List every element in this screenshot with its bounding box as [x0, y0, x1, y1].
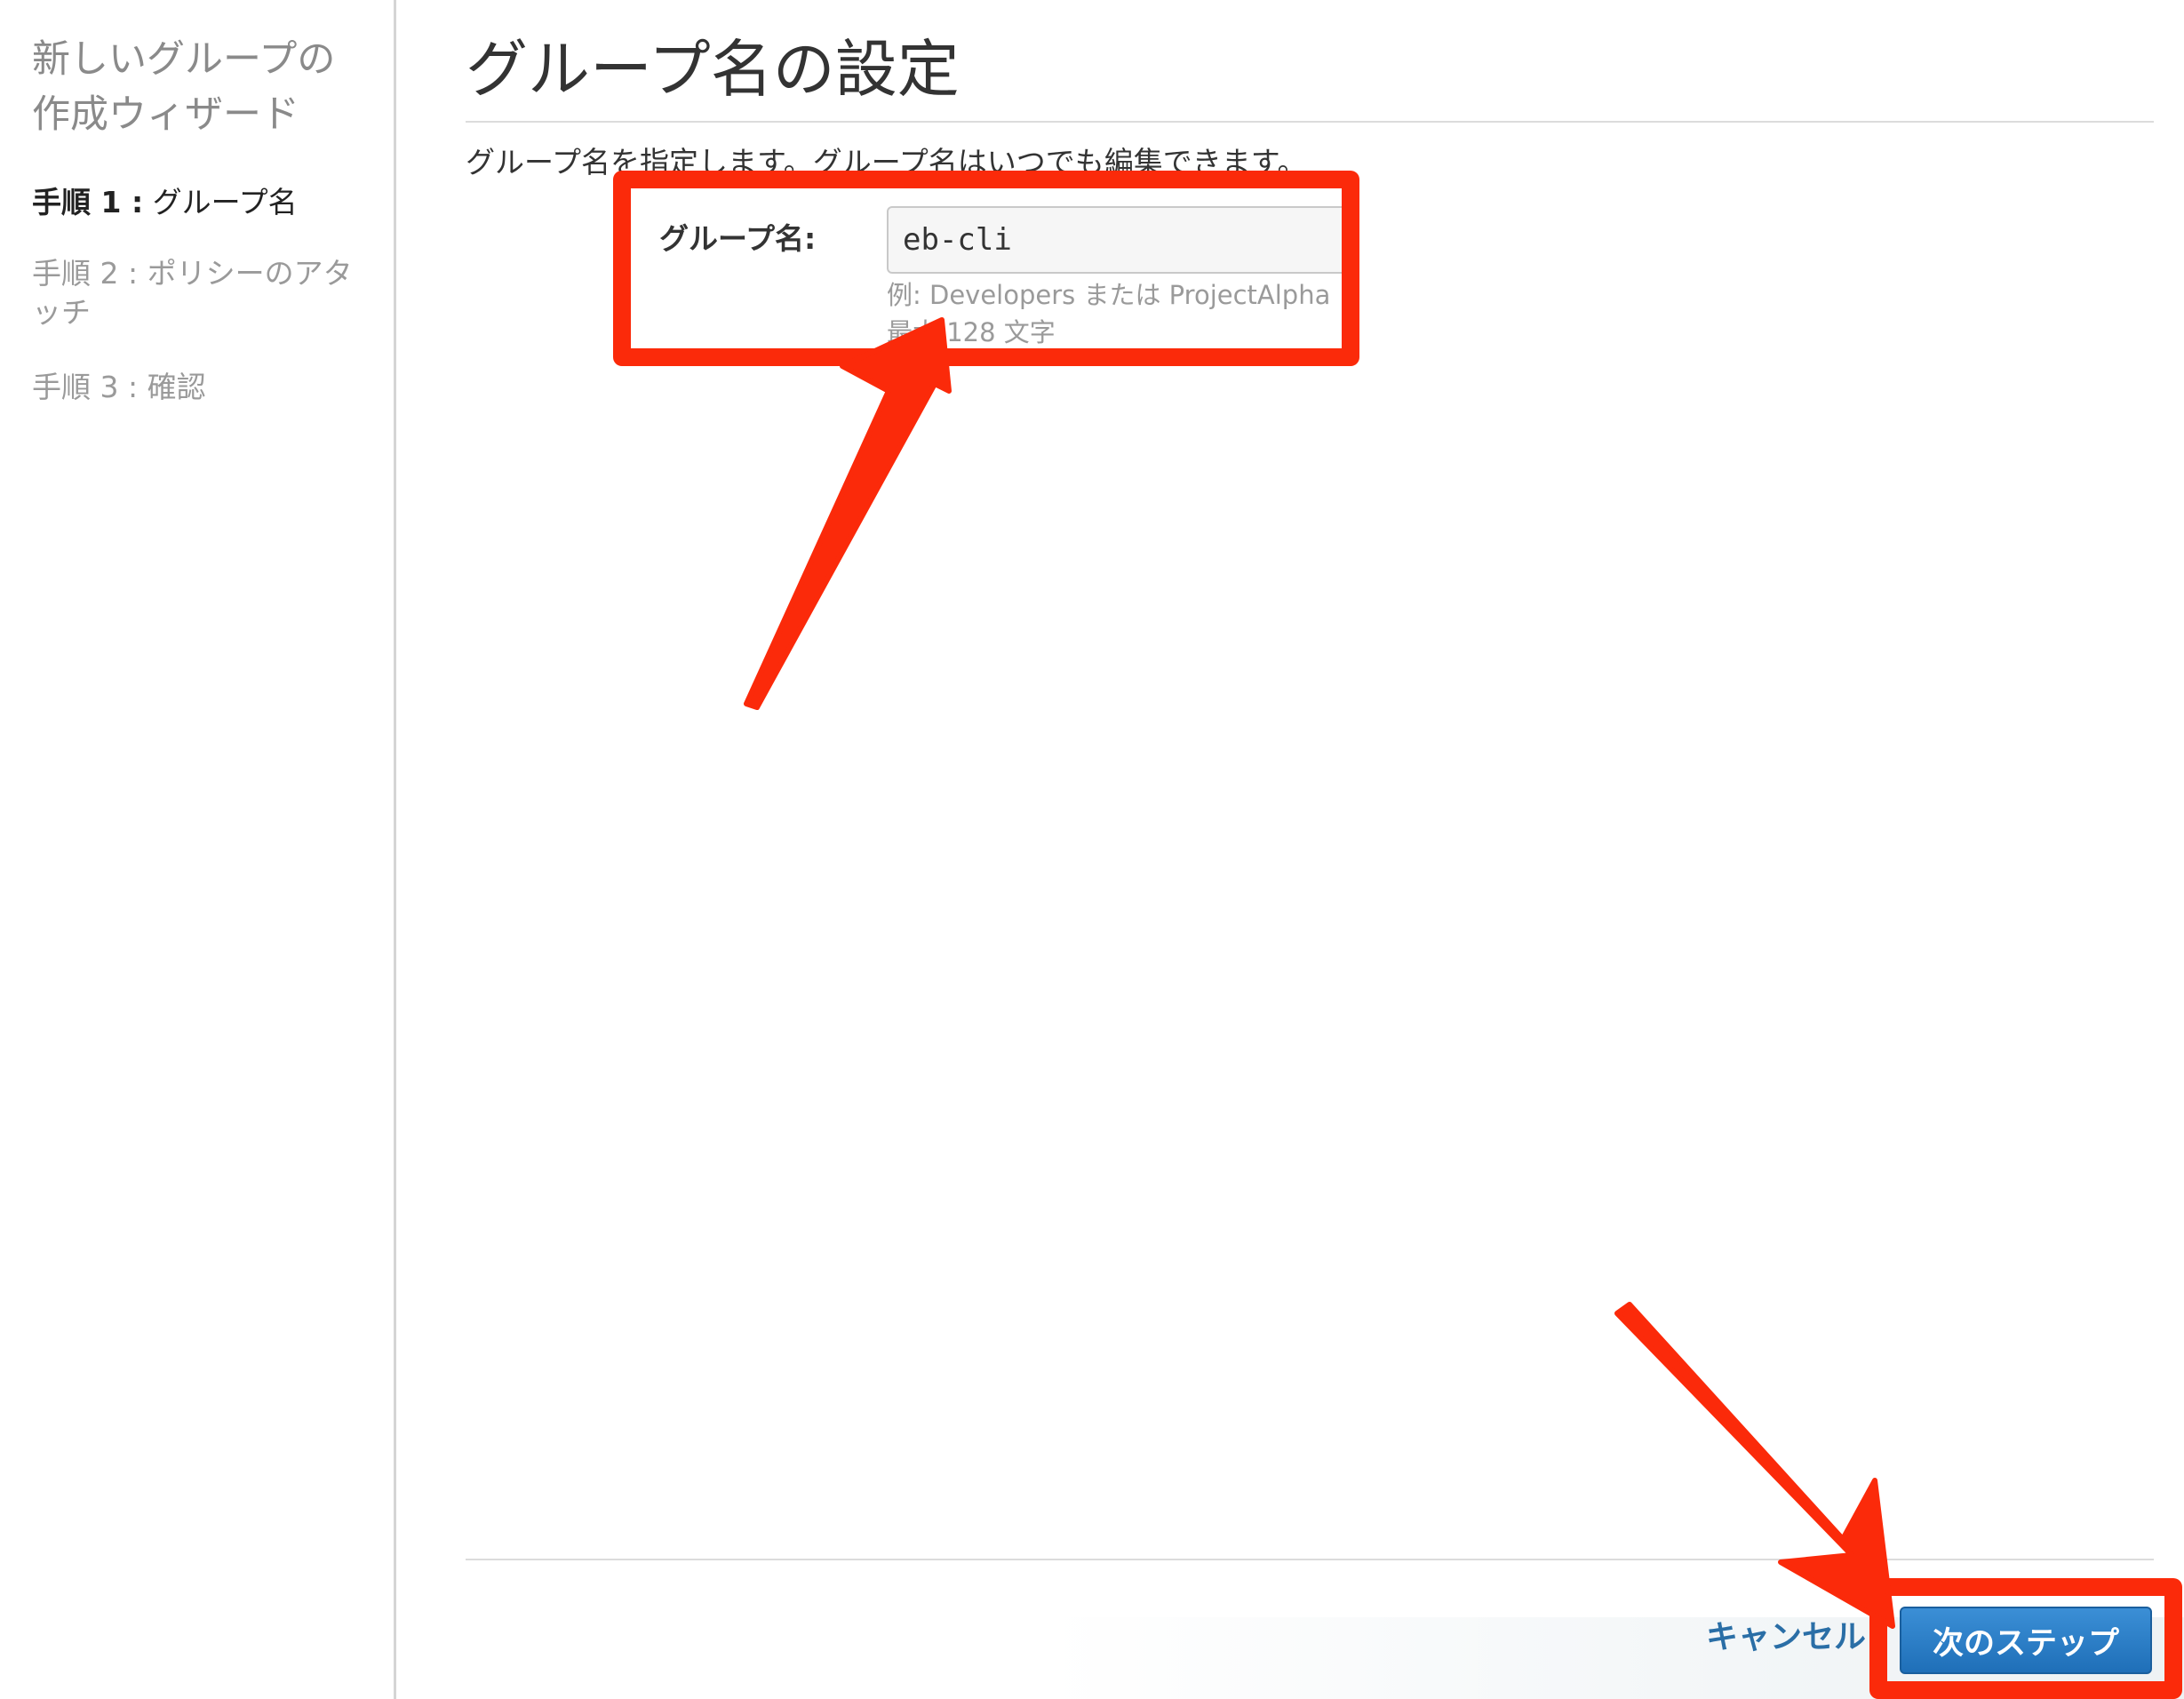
page-title: グループ名の設定	[466, 33, 960, 106]
sidebar-step-3[interactable]: 手順 3 : 確認	[32, 368, 379, 407]
arrow-to-button-icon	[1614, 1302, 1895, 1629]
field-highlight-box	[613, 171, 1359, 366]
button-highlight-box	[1869, 1578, 2182, 1699]
title-divider	[466, 121, 2154, 123]
cancel-link[interactable]: キャンセル	[1706, 1615, 1866, 1660]
wizard-sidebar: 新しいグループの作成ウィザード 手順 1 : グループ名 手順 2 : ポリシー…	[0, 0, 396, 1699]
wizard-title: 新しいグループの作成ウィザード	[32, 37, 336, 137]
step-label: グループ名	[152, 185, 298, 219]
arrow-to-field-icon	[744, 317, 952, 710]
sidebar-step-2[interactable]: 手順 2 : ポリシーのアタッチ	[32, 254, 379, 332]
step-number: 手順 1 :	[32, 185, 144, 219]
step-label: 確認	[147, 370, 206, 404]
step-number: 手順 2 :	[32, 256, 139, 291]
footer-divider	[466, 1559, 2154, 1560]
sidebar-step-1[interactable]: 手順 1 : グループ名	[32, 183, 379, 222]
step-number: 手順 3 :	[32, 370, 139, 404]
wizard-page: 新しいグループの作成ウィザード 手順 1 : グループ名 手順 2 : ポリシー…	[0, 0, 2184, 1699]
